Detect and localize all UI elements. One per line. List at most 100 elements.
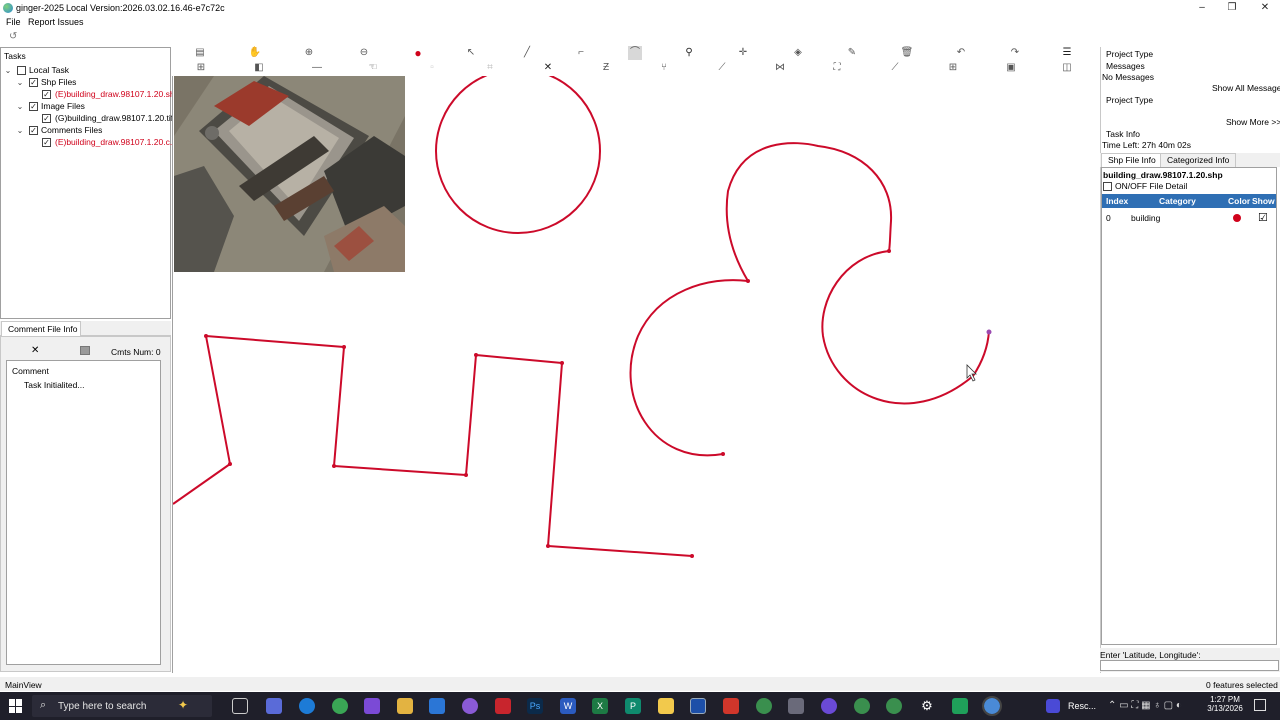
- photoshop-icon[interactable]: Ps: [527, 698, 543, 714]
- fill-icon[interactable]: ◈: [791, 46, 805, 60]
- checkbox-shp-item[interactable]: ✓: [42, 90, 51, 99]
- task-view-icon[interactable]: [232, 698, 248, 714]
- save-comment-icon[interactable]: [80, 346, 90, 355]
- chrome-3-icon[interactable]: [886, 698, 902, 714]
- excel-icon[interactable]: X: [592, 698, 608, 714]
- comment-list[interactable]: Comment Task Initialited...: [6, 360, 161, 665]
- extent-icon[interactable]: ⛶: [830, 61, 844, 75]
- edit-icon[interactable]: ✎: [845, 46, 859, 60]
- tab-shp-file-info[interactable]: Shp File Info: [1101, 153, 1163, 167]
- app-terminal-icon[interactable]: [952, 698, 968, 714]
- tree-comments-item[interactable]: ✓ (E)building_draw.98107.1.20.c...: [42, 137, 177, 149]
- table-row[interactable]: 0 building ☑: [1102, 211, 1276, 225]
- layer-icon[interactable]: ◧: [252, 61, 266, 75]
- calculator-icon[interactable]: [788, 698, 804, 714]
- frame-icon[interactable]: ▣: [1004, 61, 1018, 75]
- word-icon[interactable]: W: [560, 698, 576, 714]
- app-settings-icon[interactable]: [462, 698, 478, 714]
- split-icon[interactable]: ⑂: [657, 61, 671, 75]
- cut-icon[interactable]: ✕: [541, 61, 555, 75]
- vertex-icon[interactable]: ✛: [736, 46, 750, 60]
- hand-icon[interactable]: ☜: [366, 61, 380, 75]
- chrome-2-icon[interactable]: [854, 698, 870, 714]
- notification-icon[interactable]: [1254, 699, 1266, 711]
- tree-shp-files[interactable]: ⌄ ✓ Shp Files: [16, 77, 166, 89]
- app-violet-icon[interactable]: [821, 698, 837, 714]
- circle-shape[interactable]: [435, 76, 601, 234]
- record-icon[interactable]: ●: [411, 46, 425, 60]
- zoom-out-icon[interactable]: ⊖: [357, 46, 371, 60]
- tree-local-task[interactable]: ⌄ Local Task: [4, 65, 164, 77]
- select-icon[interactable]: ↖: [464, 46, 478, 60]
- graph-icon[interactable]: ⟋: [715, 61, 729, 75]
- clock[interactable]: 1:27 PM 3/13/2026: [1205, 695, 1245, 713]
- panel-icon[interactable]: ◫: [1060, 61, 1074, 75]
- save-icon[interactable]: ▤: [193, 46, 207, 60]
- tree-comments-files[interactable]: ⌄ ✓ Comments Files: [16, 125, 166, 137]
- merge-icon[interactable]: ⋈: [773, 61, 787, 75]
- app-green-icon[interactable]: [332, 698, 348, 714]
- tray-icons[interactable]: ⌃ ▭ ⛶ ▦ ♁ ▢ ◐: [1108, 700, 1182, 711]
- corner-icon[interactable]: ⌐: [574, 46, 588, 60]
- tab-categorized-info[interactable]: Categorized Info: [1160, 153, 1237, 167]
- checkbox-image-files[interactable]: ✓: [29, 102, 38, 111]
- building-outline[interactable]: [173, 335, 693, 557]
- curve-icon[interactable]: ⌒: [628, 46, 642, 60]
- show-all-messages-link[interactable]: Show All Messages: [1212, 83, 1280, 93]
- show-more-link[interactable]: Show More >>: [1226, 117, 1280, 127]
- crop-icon[interactable]: ⌗: [483, 61, 497, 75]
- file-explorer-icon[interactable]: [397, 698, 413, 714]
- close-icon[interactable]: ✕: [31, 345, 39, 356]
- chrome-icon[interactable]: [756, 698, 772, 714]
- acrobat-icon[interactable]: [495, 698, 511, 714]
- grid-icon[interactable]: ⊞: [194, 61, 208, 75]
- collapse-icon[interactable]: ⌄: [16, 101, 24, 112]
- pin-icon[interactable]: ⚲: [682, 46, 696, 60]
- close-button[interactable]: ✕: [1250, 0, 1280, 16]
- collapse-icon[interactable]: ⌄: [16, 77, 24, 88]
- checkbox-shp-files[interactable]: ✓: [29, 78, 38, 87]
- cloud-outline[interactable]: [629, 142, 990, 457]
- checkbox-image-item[interactable]: ✓: [42, 114, 51, 123]
- tab-comment-file-info[interactable]: Comment File Info: [1, 321, 81, 336]
- app-blue-icon[interactable]: [690, 698, 706, 714]
- add-icon[interactable]: ⊞: [946, 61, 960, 75]
- checkbox-local-task[interactable]: [17, 66, 26, 75]
- map-canvas[interactable]: [172, 76, 1100, 673]
- edge-icon[interactable]: [299, 698, 315, 714]
- zoom-in-icon[interactable]: ⊕: [302, 46, 316, 60]
- start-icon[interactable]: [9, 699, 23, 713]
- show-checkbox[interactable]: ☑: [1258, 211, 1268, 224]
- draw-icon[interactable]: ⟋: [888, 61, 902, 75]
- menu-file[interactable]: File: [6, 17, 21, 27]
- notes-icon[interactable]: [658, 698, 674, 714]
- zigzag-icon[interactable]: Ƶ: [599, 61, 613, 75]
- taskbar-search[interactable]: ⌕ Type here to search ✦: [32, 695, 212, 717]
- drawing-layer[interactable]: [173, 76, 1100, 673]
- pan-icon[interactable]: ✋: [248, 46, 262, 60]
- collapse-icon[interactable]: ⌄: [16, 125, 24, 136]
- checkbox-onoff[interactable]: [1103, 182, 1112, 191]
- line-icon[interactable]: ╱: [520, 46, 534, 60]
- redo-icon[interactable]: ↷: [1008, 46, 1022, 60]
- undo-icon[interactable]: ↶: [954, 46, 968, 60]
- maximize-button[interactable]: ❐: [1217, 0, 1247, 16]
- tree-image-item[interactable]: ✓ (G)building_draw.98107.1.20.tif: [42, 113, 173, 125]
- copilot-icon[interactable]: [266, 698, 282, 714]
- tree-image-files[interactable]: ⌄ ✓ Image Files: [16, 101, 166, 113]
- resc-label[interactable]: Resc...: [1068, 701, 1096, 711]
- checkbox-comments-files[interactable]: ✓: [29, 126, 38, 135]
- tree-shp-item[interactable]: ✓ (E)building_draw.98107.1.20.shp: [42, 89, 179, 101]
- publisher-icon[interactable]: P: [625, 698, 641, 714]
- app-red-icon[interactable]: [723, 698, 739, 714]
- store-icon[interactable]: [429, 698, 445, 714]
- app-purple-icon[interactable]: [364, 698, 380, 714]
- checkbox-comments-item[interactable]: ✓: [42, 138, 51, 147]
- collapse-icon[interactable]: ⌄: [4, 65, 12, 76]
- settings-icon[interactable]: ⚙: [919, 698, 935, 714]
- latlon-input[interactable]: [1100, 660, 1279, 671]
- resc-app-icon[interactable]: [1046, 699, 1060, 713]
- delete-icon[interactable]: 🗑: [900, 46, 914, 60]
- menu-icon[interactable]: ☰: [1060, 46, 1074, 60]
- minimize-button[interactable]: –: [1187, 0, 1217, 16]
